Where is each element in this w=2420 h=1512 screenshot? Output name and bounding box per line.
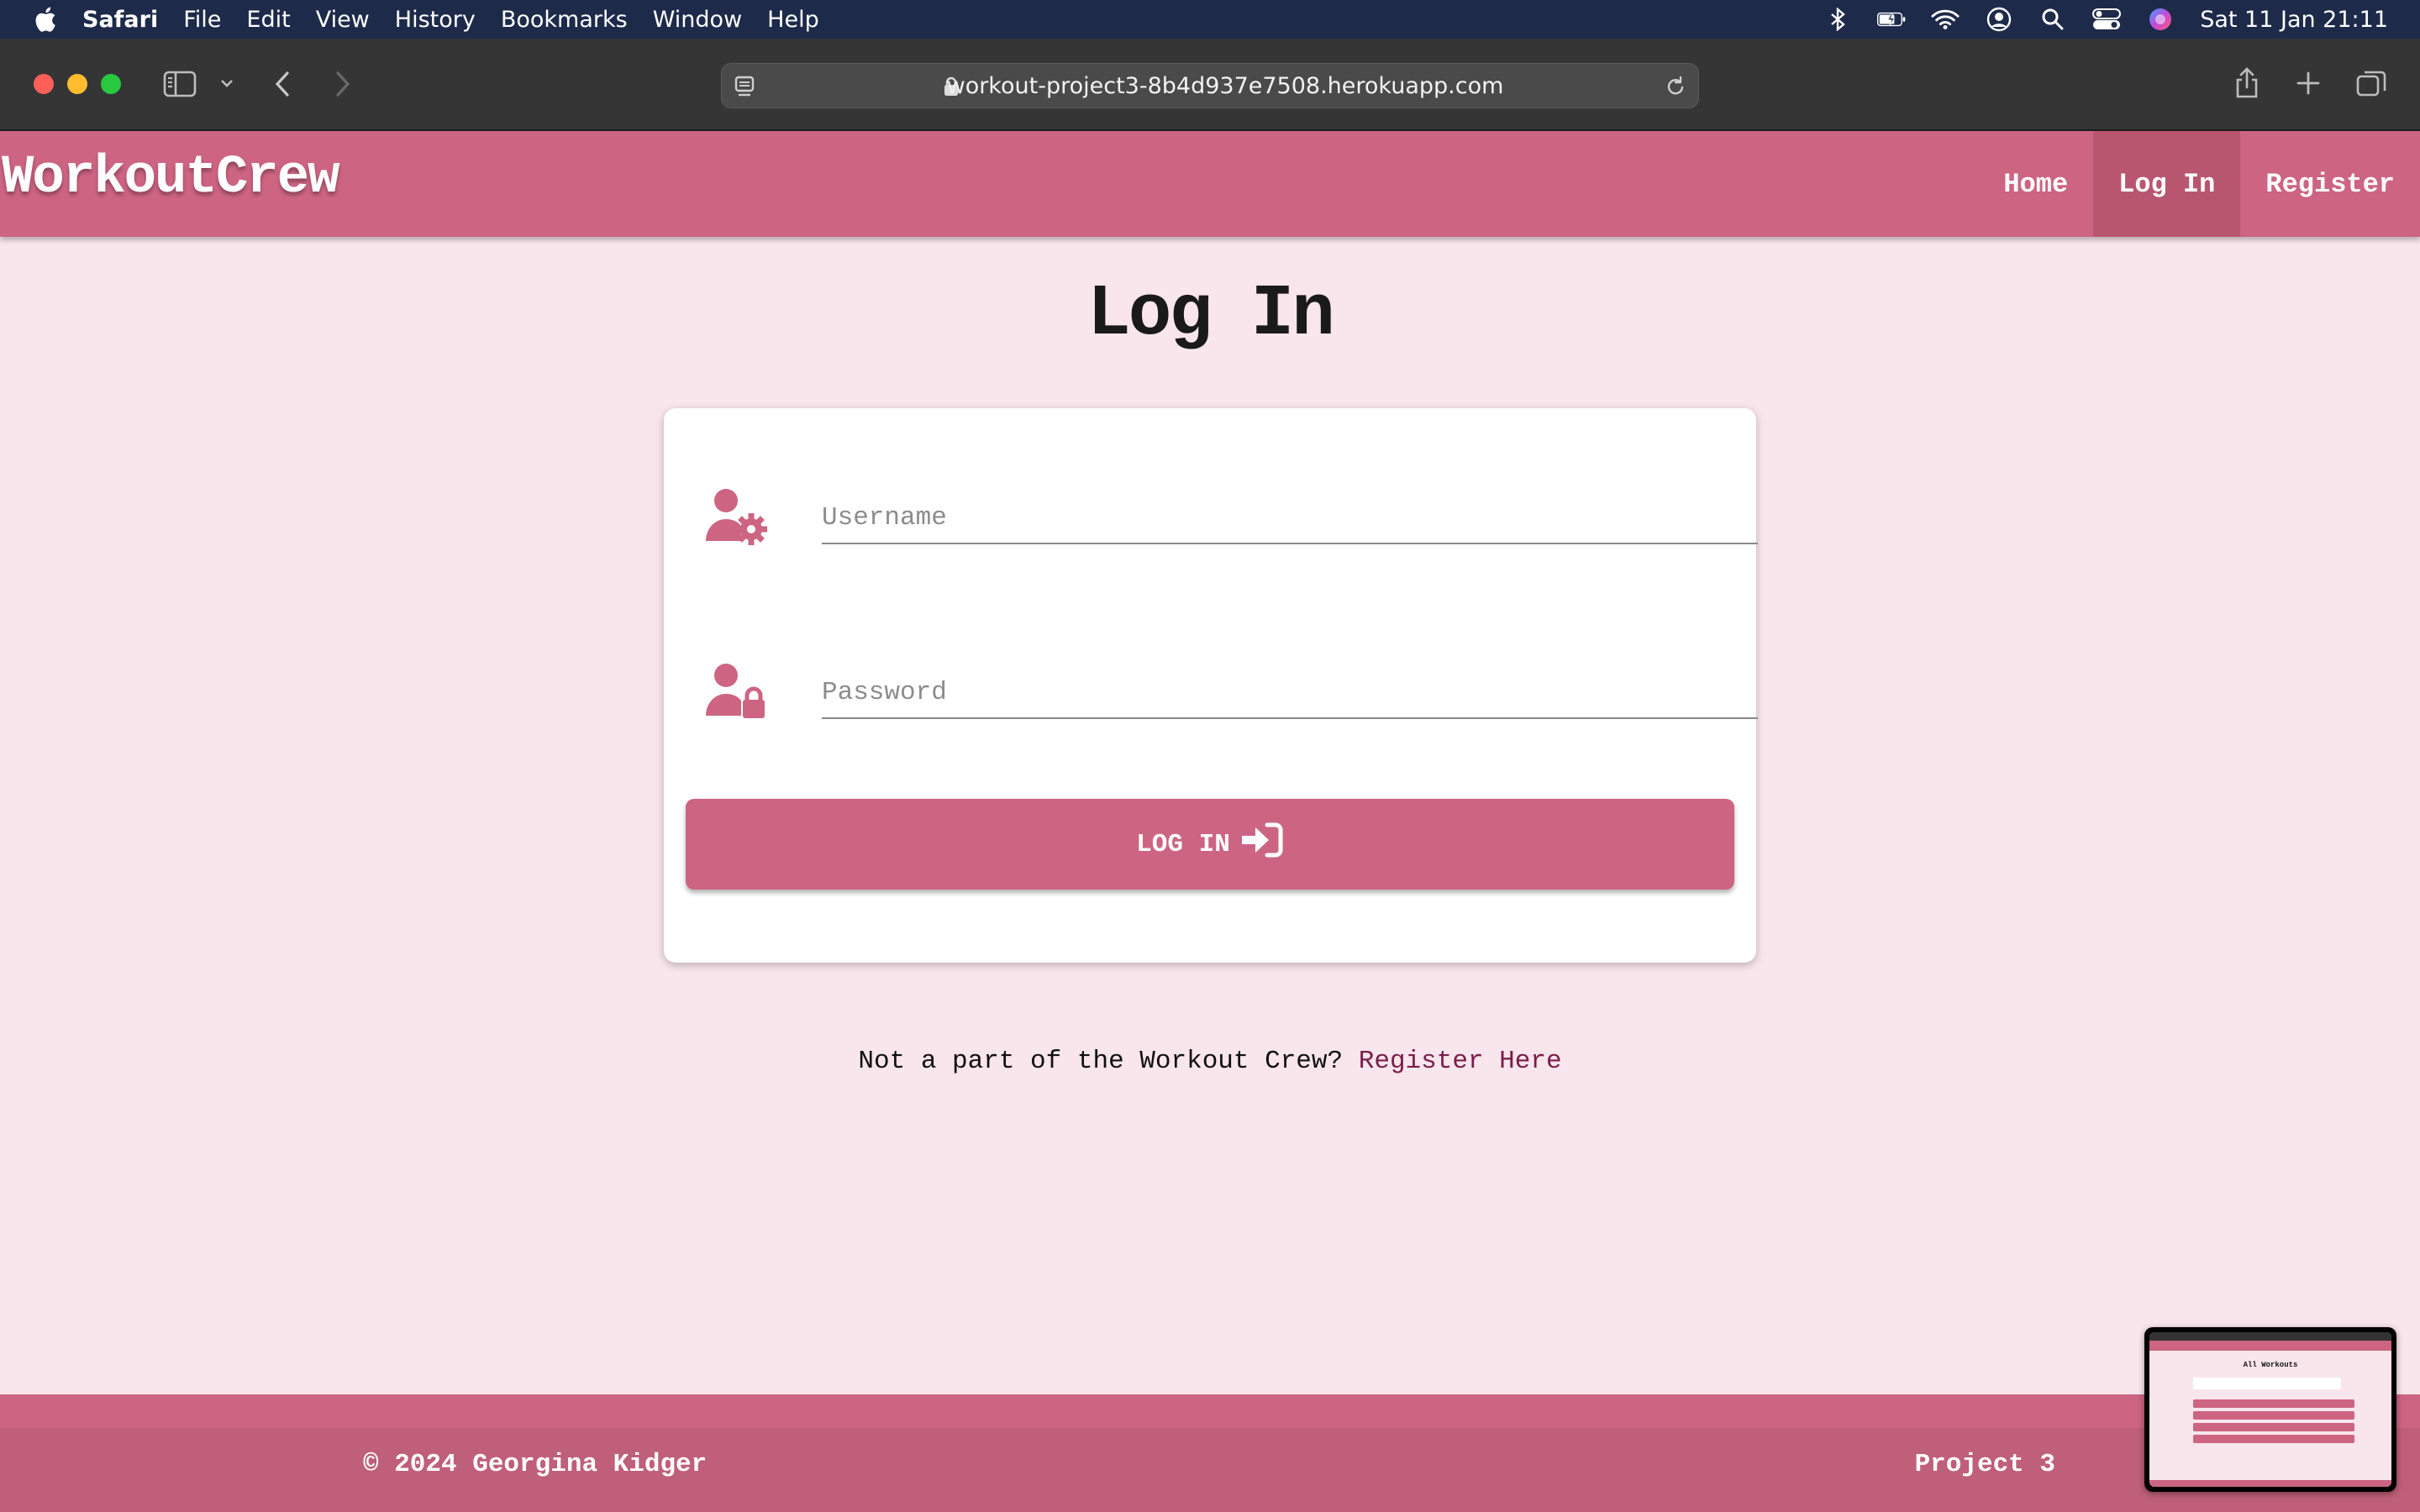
thumbnail-row bbox=[2193, 1399, 2354, 1408]
spotlight-search-icon[interactable] bbox=[2039, 7, 2067, 32]
site-footer: © 2024 Georgina Kidger Project 3 bbox=[0, 1394, 2420, 1512]
menu-clock[interactable]: Sat 11 Jan 21:11 bbox=[2200, 7, 2388, 33]
site-nav-links: Home Log In Register bbox=[1978, 131, 2420, 237]
menu-view[interactable]: View bbox=[316, 7, 370, 33]
thumbnail-navbar bbox=[2149, 1341, 2391, 1351]
user-lock-icon bbox=[704, 662, 768, 722]
thumbnail-row bbox=[2193, 1423, 2354, 1431]
footer-project-label: Project 3 bbox=[1914, 1450, 2055, 1479]
thumbnail-footer bbox=[2149, 1480, 2391, 1487]
menu-history[interactable]: History bbox=[395, 7, 476, 33]
register-here-link[interactable]: Register Here bbox=[1359, 1047, 1562, 1076]
nav-home-link[interactable]: Home bbox=[1978, 131, 2093, 237]
siri-icon[interactable] bbox=[2146, 7, 2175, 32]
nav-login-link[interactable]: Log In bbox=[2093, 131, 2241, 237]
footer-copyright: © 2024 Georgina Kidger bbox=[363, 1450, 708, 1479]
chevron-down-icon[interactable] bbox=[220, 77, 234, 89]
user-cog-icon bbox=[704, 487, 768, 548]
menu-bookmarks[interactable]: Bookmarks bbox=[501, 7, 628, 33]
page-title: Log In bbox=[1087, 273, 1335, 355]
window-minimize-button[interactable] bbox=[67, 74, 87, 94]
password-field-group bbox=[704, 650, 1758, 734]
wifi-icon[interactable] bbox=[1931, 7, 1960, 32]
new-tab-icon[interactable] bbox=[2296, 71, 2321, 96]
user-account-icon[interactable] bbox=[1985, 7, 2013, 32]
site-navbar: WorkoutCrew Home Log In Register bbox=[0, 131, 2420, 237]
menu-file[interactable]: File bbox=[183, 7, 221, 33]
battery-icon[interactable] bbox=[1877, 7, 1906, 32]
sign-in-icon bbox=[1239, 822, 1284, 867]
share-icon[interactable] bbox=[2233, 67, 2260, 99]
password-input[interactable] bbox=[822, 667, 1758, 719]
register-prompt: Not a part of the Workout Crew? Register… bbox=[0, 1047, 2420, 1076]
back-arrow-icon[interactable] bbox=[274, 71, 292, 97]
window-close-button[interactable] bbox=[34, 74, 54, 94]
apple-logo-icon[interactable] bbox=[32, 5, 57, 34]
menu-edit[interactable]: Edit bbox=[246, 7, 290, 33]
thumbnail-row bbox=[2193, 1435, 2354, 1443]
window-fullscreen-button[interactable] bbox=[101, 74, 121, 94]
menu-app-name[interactable]: Safari bbox=[82, 7, 158, 33]
menu-window[interactable]: Window bbox=[653, 7, 742, 33]
menu-help[interactable]: Help bbox=[767, 7, 819, 33]
site-brand-logo[interactable]: WorkoutCrew bbox=[2, 148, 339, 208]
address-bar[interactable]: workout-project3-8b4d937e7508.herokuapp.… bbox=[721, 63, 1699, 108]
macos-menu-bar: Safari File Edit View History Bookmarks … bbox=[0, 0, 2420, 39]
forward-arrow-icon[interactable] bbox=[333, 71, 351, 97]
thumbnail-content: All Workouts bbox=[2149, 1332, 2391, 1487]
register-prompt-text: Not a part of the Workout Crew? bbox=[858, 1047, 1344, 1076]
login-button[interactable]: LOG IN bbox=[686, 799, 1734, 890]
url-text: workout-project3-8b4d937e7508.herokuapp.… bbox=[946, 73, 1504, 99]
thumbnail-browser-bar bbox=[2149, 1332, 2391, 1341]
tab-overview-icon[interactable] bbox=[2356, 69, 2386, 97]
bluetooth-icon[interactable] bbox=[1823, 7, 1852, 32]
sidebar-toggle-icon[interactable] bbox=[163, 71, 197, 97]
reload-icon[interactable] bbox=[1665, 75, 1686, 98]
username-input[interactable] bbox=[822, 492, 1758, 544]
login-form-card: LOG IN bbox=[664, 408, 1758, 963]
username-field-group bbox=[704, 475, 1758, 559]
screenshot-thumbnail-preview[interactable]: All Workouts bbox=[2144, 1327, 2396, 1492]
control-center-icon[interactable] bbox=[2092, 7, 2122, 32]
thumbnail-title: All Workouts bbox=[2243, 1361, 2298, 1369]
nav-register-link[interactable]: Register bbox=[2240, 131, 2420, 237]
login-button-label: LOG IN bbox=[1136, 829, 1230, 859]
thumbnail-search-bar bbox=[2193, 1378, 2341, 1389]
thumbnail-row bbox=[2193, 1411, 2354, 1420]
